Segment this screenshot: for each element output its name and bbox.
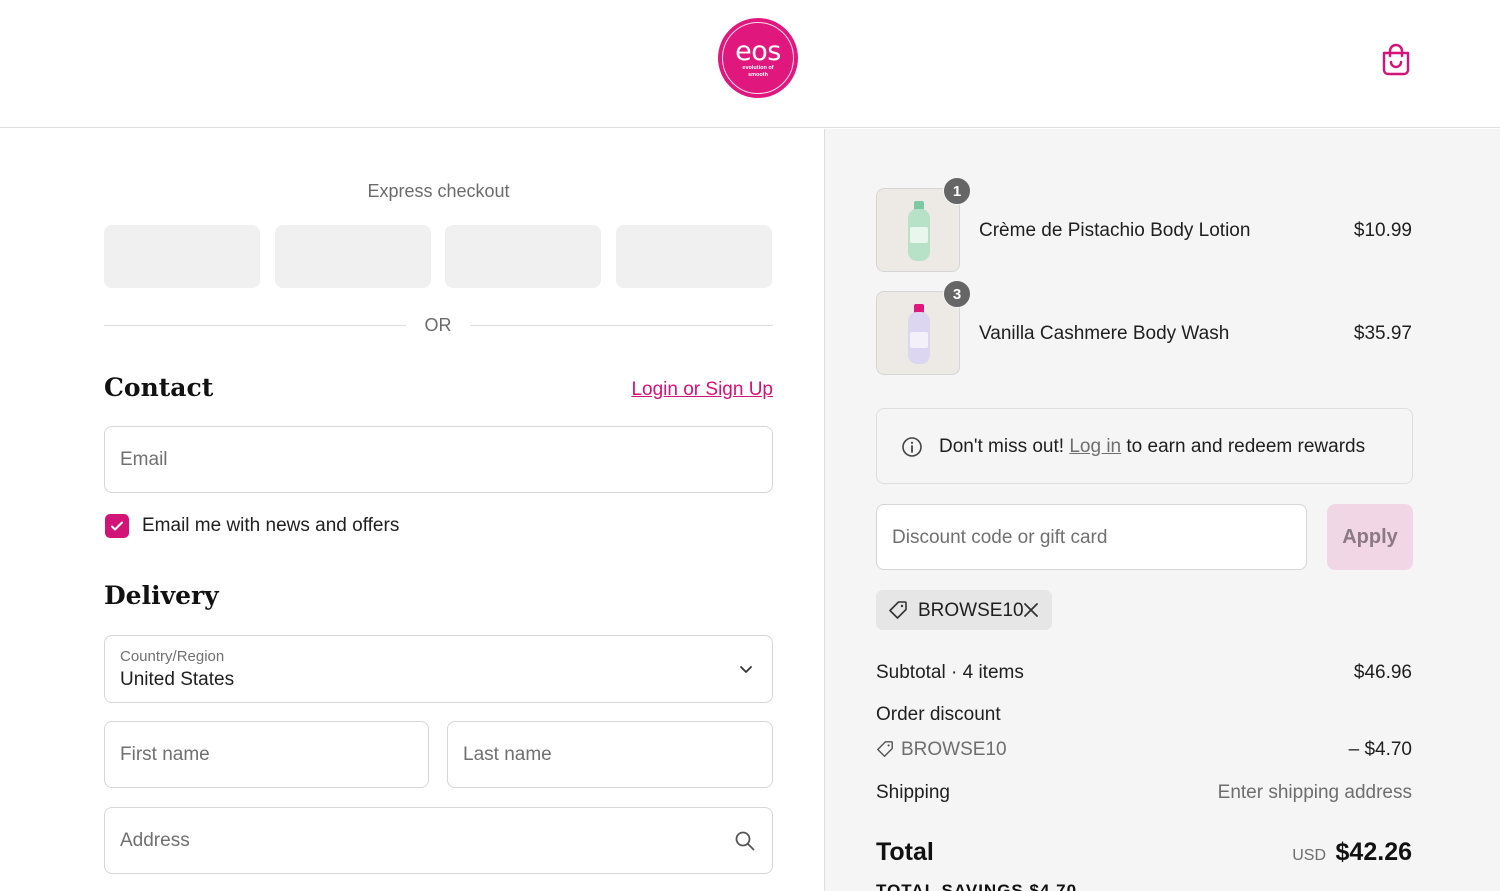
express-pay-button-1[interactable] bbox=[104, 225, 260, 288]
quantity-badge: 1 bbox=[943, 177, 971, 205]
or-separator: OR bbox=[424, 315, 452, 335]
product-image-bodywash: 3 bbox=[876, 280, 971, 375]
applied-discount-chip: BROWSE10 bbox=[876, 590, 1052, 630]
rewards-notice: Don't miss out! Log in to earn and redee… bbox=[876, 408, 1413, 484]
express-pay-button-2[interactable] bbox=[275, 225, 431, 288]
address-field[interactable]: Address bbox=[104, 807, 773, 874]
info-icon bbox=[902, 437, 922, 457]
rewards-login-link[interactable]: Log in bbox=[1069, 436, 1121, 457]
logo-brand: eos bbox=[735, 36, 781, 67]
logo-tagline: evolution of smooth bbox=[742, 65, 774, 78]
country-select[interactable]: Country/Region United States bbox=[104, 635, 773, 703]
apply-button[interactable]: Apply bbox=[1327, 504, 1413, 570]
close-icon[interactable] bbox=[1022, 601, 1040, 619]
express-pay-button-3[interactable] bbox=[445, 225, 601, 288]
express-checkout-title: Express checkout bbox=[367, 181, 510, 201]
shipping-label: Shipping bbox=[876, 782, 950, 803]
shopping-bag-icon[interactable] bbox=[1380, 42, 1412, 76]
discount-placeholder: Discount code or gift card bbox=[892, 527, 1108, 548]
newsletter-label: Email me with news and offers bbox=[142, 515, 400, 536]
product-image-lotion: 1 bbox=[876, 177, 971, 272]
last-name-placeholder: Last name bbox=[463, 743, 552, 765]
newsletter-checkbox[interactable] bbox=[105, 514, 129, 538]
divider bbox=[104, 325, 406, 326]
discount-code-input[interactable]: Discount code or gift card bbox=[876, 504, 1307, 570]
applied-code: BROWSE10 bbox=[918, 600, 1024, 621]
currency-code: USD bbox=[1292, 847, 1326, 864]
total-value: $42.26 bbox=[1335, 838, 1412, 866]
delivery-title: Delivery bbox=[104, 581, 219, 610]
subtotal-label: Subtotal · 4 items bbox=[876, 662, 1024, 683]
subtotal-value: $46.96 bbox=[1353, 662, 1412, 683]
checkmark-icon bbox=[111, 521, 123, 531]
search-icon[interactable] bbox=[734, 830, 756, 852]
item-name: Crème de Pistachio Body Lotion bbox=[979, 220, 1251, 241]
discount-code-label: BROWSE10 bbox=[901, 739, 1007, 760]
order-discount-label: Order discount bbox=[876, 704, 1001, 725]
contact-title: Contact bbox=[104, 373, 214, 402]
divider bbox=[470, 325, 773, 326]
express-pay-button-4[interactable] bbox=[616, 225, 772, 288]
eos-logo[interactable]: eos evolution of smooth bbox=[718, 18, 798, 98]
item-price: $10.99 bbox=[1353, 220, 1412, 241]
header: eos evolution of smooth bbox=[0, 0, 1500, 128]
country-label: Country/Region bbox=[120, 648, 225, 665]
login-signup-link[interactable]: Login or Sign Up bbox=[631, 379, 773, 401]
first-name-field[interactable]: First name bbox=[104, 721, 429, 788]
email-placeholder: Email bbox=[120, 448, 168, 470]
notice-text-start: Don't miss out! bbox=[939, 436, 1065, 457]
country-value: United States bbox=[120, 669, 235, 690]
discount-value: – $4.70 bbox=[1348, 739, 1412, 760]
address-placeholder: Address bbox=[120, 829, 190, 851]
shipping-value: Enter shipping address bbox=[1217, 782, 1412, 803]
notice-text-end: to earn and redeem rewards bbox=[1126, 436, 1366, 457]
item-name: Vanilla Cashmere Body Wash bbox=[979, 323, 1230, 344]
first-name-placeholder: First name bbox=[120, 743, 210, 765]
tag-icon bbox=[889, 601, 907, 619]
quantity-badge: 3 bbox=[943, 280, 971, 308]
checkout-form: Express checkout OR Contact Login or Sig… bbox=[0, 129, 824, 891]
email-field[interactable]: Email bbox=[104, 426, 773, 493]
last-name-field[interactable]: Last name bbox=[447, 721, 773, 788]
item-price: $35.97 bbox=[1353, 323, 1412, 344]
chevron-down-icon bbox=[740, 666, 752, 673]
total-savings: TOTAL SAVINGS $4.70 bbox=[876, 881, 1078, 891]
total-label: Total bbox=[876, 838, 934, 866]
tag-icon bbox=[877, 741, 893, 757]
order-summary: 1 Crème de Pistachio Body Lotion $10.99 … bbox=[824, 129, 1500, 891]
